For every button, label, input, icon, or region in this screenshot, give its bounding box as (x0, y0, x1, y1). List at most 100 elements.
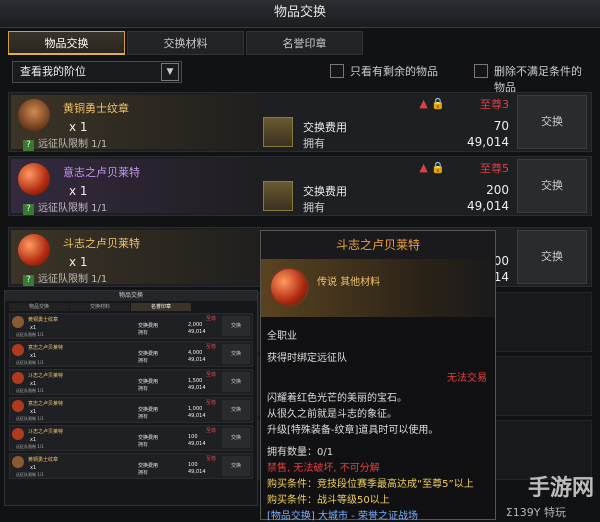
exchange-button[interactable]: 交换 (517, 230, 587, 284)
inset-qty: x1 (30, 353, 37, 359)
item-quantity: x 1 (69, 184, 88, 198)
inset-limit: 远征队限制 1/1 (16, 360, 44, 365)
inset-item-name: 斗志之卢贝莱特 (28, 429, 64, 435)
tooltip-desc: 从很久之前就是斗志的象征。 (267, 409, 397, 420)
inset-button: 交换 (222, 400, 250, 420)
item-icon (12, 400, 24, 412)
honor-seal-icon (263, 181, 293, 211)
watermark-logo: 手游网 (527, 476, 594, 501)
inset-limit: 远征队限制 1/1 (16, 444, 44, 449)
tooltip-grade: 传说 其他材料 (317, 277, 381, 288)
inset-own-label: 拥有 (138, 358, 149, 364)
filter-row: 查看我的阶位 ▼ 只看有剩余的物品 删除不满足条件的物品 (8, 61, 592, 94)
item-name: 意志之卢贝莱特 (63, 166, 140, 179)
inset-own-label: 拥有 (138, 330, 149, 336)
inset-rank: 至尊 (206, 372, 217, 378)
inset-own-label: 拥有 (138, 442, 149, 448)
inset-item-name: 黄铜勇士纹章 (28, 317, 59, 323)
red-gem-icon (18, 163, 50, 195)
inset-cost-label: 交换费用 (138, 323, 159, 329)
inset-item-name: 斗志之卢贝莱特 (28, 373, 64, 379)
inset-item-name: 意志之卢贝莱特 (28, 345, 64, 351)
item-name: 黄铜勇士纹章 (63, 102, 129, 115)
owned-label: 拥有 (303, 137, 325, 150)
inset-row: 黄铜勇士纹章 x1 远征队限制 1/1 交换费用 拥有 至尊 100 49,01… (9, 453, 253, 479)
chevron-down-icon[interactable]: ▼ (161, 63, 179, 81)
tooltip-desc: 闪耀着红色光芒的美丽的宝石。 (267, 393, 407, 404)
rank-filter-select[interactable]: 查看我的阶位 ▼ (12, 61, 182, 83)
question-icon[interactable]: ? (23, 204, 34, 215)
tab-honor-seal[interactable]: 名誉印章 (246, 31, 363, 55)
item-icon (12, 372, 24, 384)
tooltip-count: 拥有数量：0/1 (267, 447, 334, 458)
inset-button: 交换 (222, 372, 250, 392)
inset-tab-bar: 物品交换 交换材料 名誉印章 (9, 303, 253, 311)
red-gem-icon (18, 234, 50, 266)
inset-rank: 至尊 (206, 456, 217, 462)
item-cell: 斗志之卢贝莱特 x 1 ? 远征队限制 1/1 (11, 230, 261, 286)
only-remaining-checkbox[interactable] (330, 64, 344, 78)
inset-limit: 远征队限制 1/1 (16, 332, 44, 337)
item-tooltip: 斗志之卢贝莱特 传说 其他材料 全职业 获得时绑定远征队 无法交易 闪耀着红色光… (260, 230, 496, 522)
inset-cost-label: 交换费用 (138, 407, 159, 413)
inset-cost-label: 交换费用 (138, 463, 159, 469)
inset-limit: 远征队限制 1/1 (16, 416, 44, 421)
inset-row: 斗志之卢贝莱特 x1 远征队限制 1/1 交换费用 拥有 至尊 100 49,0… (9, 425, 253, 451)
helmet-emblem-icon (18, 99, 50, 131)
warning-icon: ▲ 🔒 (419, 161, 445, 174)
inset-own-label: 拥有 (138, 386, 149, 392)
inset-button: 交换 (222, 456, 250, 476)
inset-qty: x1 (30, 325, 37, 331)
inset-screenshot: 物品交换 物品交换 交换材料 名誉印章 黄铜勇士纹章 x1 远征队限制 1/1 … (4, 290, 258, 506)
remove-unmet-checkbox[interactable] (474, 64, 488, 78)
inset-row: 意志之卢贝莱特 x1 远征队限制 1/1 交换费用 拥有 至尊 4,000 49… (9, 341, 253, 367)
inset-cost: 1,000 (188, 406, 203, 412)
inset-own: 49,014 (188, 329, 206, 335)
exchange-row: 意志之卢贝莱特 x 1 ? 远征队限制 1/1 ▲ 🔒 至尊5 交换费用 拥有 2… (8, 156, 592, 216)
exchange-button[interactable]: 交换 (517, 95, 587, 149)
only-remaining-label: 只看有剩余的物品 (350, 65, 438, 78)
tooltip-restrict: 禁售, 无法破坏, 不可分解 (267, 463, 380, 474)
item-icon (12, 316, 24, 328)
tooltip-desc: 升级[特殊装备-纹章]道具时可以使用。 (267, 425, 439, 436)
rank-requirement: 至尊3 (480, 98, 509, 111)
rank-requirement: 至尊5 (480, 162, 509, 175)
watermark-sub: Σ139Y 特玩 (505, 506, 566, 519)
honor-seal-icon (263, 117, 293, 147)
question-icon[interactable]: ? (23, 275, 34, 286)
inset-cost: 4,000 (188, 350, 203, 356)
inset-rank: 至尊 (206, 400, 217, 406)
inset-cost: 2,000 (188, 322, 203, 328)
limit-text: ? 远征队限制 1/1 (23, 135, 107, 151)
inset-title: 物品交换 (5, 291, 257, 301)
inset-own: 49,014 (188, 413, 206, 419)
owned-value: 49,014 (467, 135, 509, 149)
inset-cost-label: 交换费用 (138, 379, 159, 385)
inset-button: 交换 (222, 344, 250, 364)
item-cell: 黄铜勇士纹章 x 1 ? 远征队限制 1/1 (11, 95, 261, 151)
question-icon[interactable]: ? (23, 140, 34, 151)
red-gem-icon (269, 267, 309, 307)
inset-qty: x1 (30, 437, 37, 443)
inset-own-label: 拥有 (138, 414, 149, 420)
inset-item-name: 意志之卢贝莱特 (28, 401, 64, 407)
inset-own: 49,014 (188, 385, 206, 391)
tooltip-no-trade: 无法交易 (447, 373, 487, 384)
inset-button: 交换 (222, 428, 250, 448)
inset-own: 49,014 (188, 469, 206, 475)
item-quantity: x 1 (69, 120, 88, 134)
tooltip-buy-condition: 购买条件：竞技段位赛季最高达成“至尊5”以上 (267, 479, 474, 490)
rank-filter-value: 查看我的阶位 (20, 65, 86, 78)
inset-tab: 名誉印章 (131, 303, 191, 311)
inset-cost: 1,500 (188, 378, 203, 384)
exchange-button[interactable]: 交换 (517, 159, 587, 213)
tooltip-class: 全职业 (267, 331, 297, 342)
inset-row: 斗志之卢贝莱特 x1 远征队限制 1/1 交换费用 拥有 至尊 1,500 49… (9, 369, 253, 395)
inset-rank: 至尊 (206, 344, 217, 350)
item-cell: 意志之卢贝莱特 x 1 ? 远征队限制 1/1 (11, 159, 261, 215)
owned-value: 49,014 (467, 199, 509, 213)
tab-exchange-materials[interactable]: 交换材料 (127, 31, 244, 55)
item-quantity: x 1 (69, 255, 88, 269)
inset-item-name: 黄铜勇士纹章 (28, 457, 59, 463)
tab-item-exchange[interactable]: 物品交换 (8, 31, 125, 55)
